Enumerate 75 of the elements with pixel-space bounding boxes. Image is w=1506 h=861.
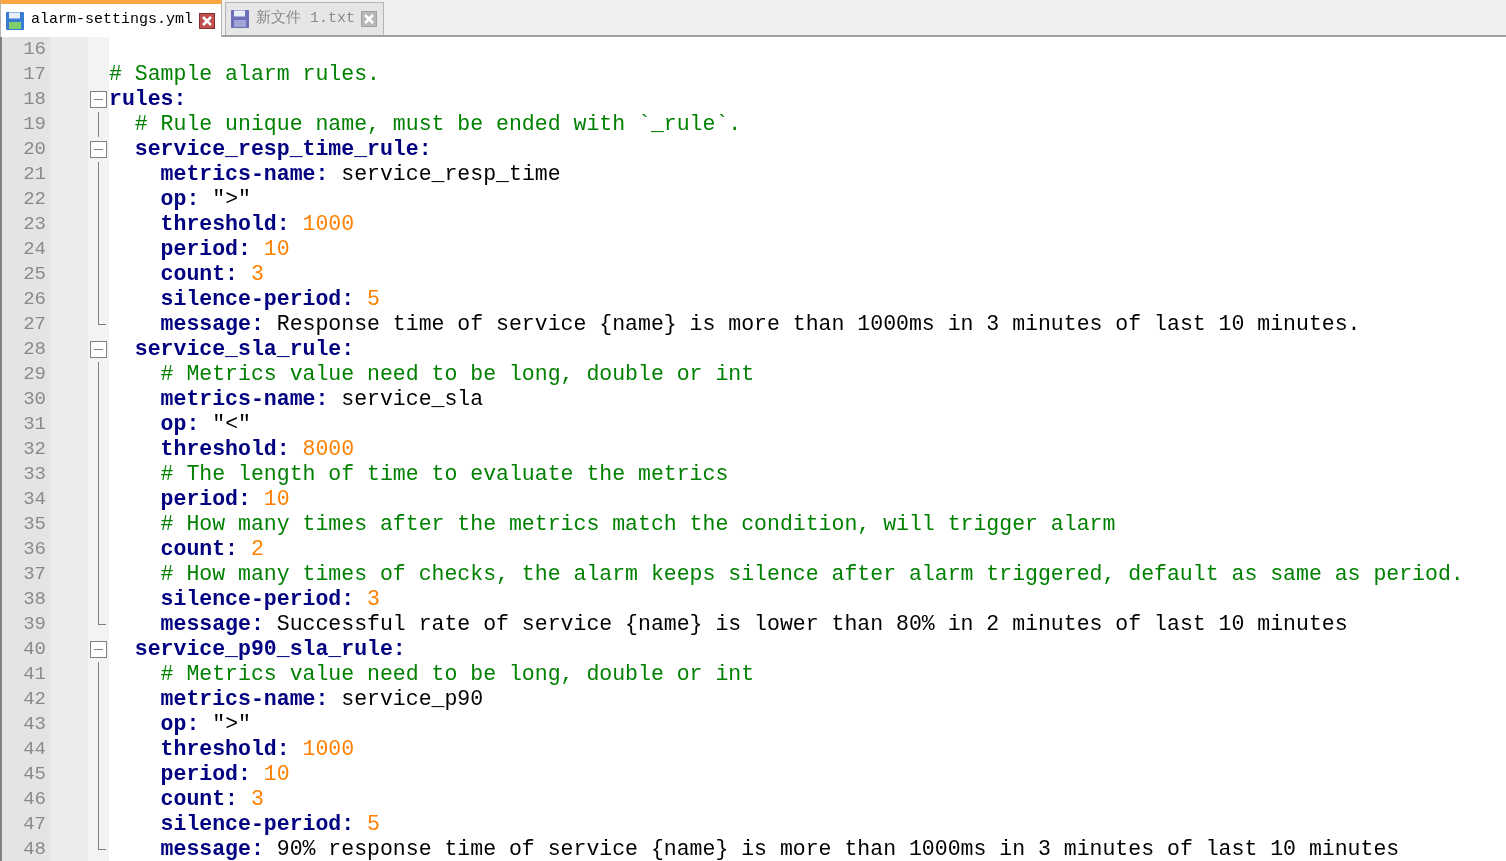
file-tab[interactable]: alarm-settings.yml bbox=[0, 0, 223, 37]
code-line: message: Successful rate of service {name} is lower than 80% in 2 minutes of last 10 minutes bbox=[159, 612, 1348, 637]
line-number: 19 bbox=[0, 112, 50, 137]
line-number: 40 bbox=[0, 637, 50, 662]
line-number: 30 bbox=[0, 387, 50, 412]
line-number: 44 bbox=[0, 737, 50, 762]
line-number: 38 bbox=[0, 587, 50, 612]
code-line: metrics-name: service_p90 bbox=[159, 687, 484, 712]
code-line: period: 10 bbox=[159, 237, 290, 262]
code-line: service_sla_rule: bbox=[133, 337, 355, 362]
fold-toggle[interactable] bbox=[90, 341, 107, 358]
fold-toggle[interactable] bbox=[90, 641, 107, 658]
line-number: 20 bbox=[0, 137, 50, 162]
line-number: 16 bbox=[0, 37, 50, 62]
fold-end-marker bbox=[98, 837, 106, 850]
fold-end-marker bbox=[98, 312, 106, 325]
code-line: message: 90% response time of service {name} is more than 1000ms in 3 minutes of last 10 minutes bbox=[159, 837, 1400, 861]
line-number: 17 bbox=[0, 62, 50, 87]
line-number: 47 bbox=[0, 812, 50, 837]
code-line: # How many times of checks, the alarm keeps silence after alarm triggered, default as same as period. bbox=[159, 562, 1464, 587]
line-number: 41 bbox=[0, 662, 50, 687]
line-number: 31 bbox=[0, 412, 50, 437]
line-number: 43 bbox=[0, 712, 50, 737]
code-line: op: ">" bbox=[159, 712, 251, 737]
line-number: 28 bbox=[0, 337, 50, 362]
code-line: count: 2 bbox=[159, 537, 264, 562]
code-line: metrics-name: service_sla bbox=[159, 387, 484, 412]
line-number: 48 bbox=[0, 837, 50, 861]
code-line: silence-period: 5 bbox=[159, 812, 380, 837]
line-number: 25 bbox=[0, 262, 50, 287]
code-line: count: 3 bbox=[159, 262, 264, 287]
line-number: 27 bbox=[0, 312, 50, 337]
code-line: service_p90_sla_rule: bbox=[133, 637, 406, 662]
code-line: service_resp_time_rule: bbox=[133, 137, 432, 162]
line-number: 26 bbox=[0, 287, 50, 312]
code-line: # How many times after the metrics match the condition, will trigger alarm bbox=[159, 512, 1116, 537]
line-number: 22 bbox=[0, 187, 50, 212]
code-line: threshold: 1000 bbox=[159, 737, 355, 762]
code-line: # Metrics value need to be long, double or int bbox=[159, 662, 755, 687]
fold-line bbox=[98, 112, 99, 137]
line-number: 29 bbox=[0, 362, 50, 387]
line-number: 34 bbox=[0, 487, 50, 512]
close-icon[interactable] bbox=[199, 12, 216, 29]
code-line: op: "<" bbox=[159, 412, 251, 437]
line-number: 36 bbox=[0, 537, 50, 562]
line-number: 45 bbox=[0, 762, 50, 787]
line-number: 18 bbox=[0, 87, 50, 112]
line-number: 46 bbox=[0, 787, 50, 812]
code-line: metrics-name: service_resp_time bbox=[159, 162, 561, 187]
code-line: # Sample alarm rules. bbox=[109, 62, 380, 87]
line-number: 32 bbox=[0, 437, 50, 462]
line-number: 39 bbox=[0, 612, 50, 637]
line-number: 24 bbox=[0, 237, 50, 262]
code-line: silence-period: 5 bbox=[159, 287, 380, 312]
code-line: count: 3 bbox=[159, 787, 264, 812]
line-number: 21 bbox=[0, 162, 50, 187]
code-line: silence-period: 3 bbox=[159, 587, 380, 612]
line-number: 23 bbox=[0, 212, 50, 237]
code-line: # Rule unique name, must be ended with `_rule`. bbox=[133, 112, 742, 137]
fold-toggle[interactable] bbox=[90, 141, 107, 158]
fold-toggle[interactable] bbox=[90, 91, 107, 108]
code-line: threshold: 8000 bbox=[159, 437, 355, 462]
fold-end-marker bbox=[98, 612, 106, 625]
code-line: period: 10 bbox=[159, 762, 290, 787]
line-number: 37 bbox=[0, 562, 50, 587]
code-line: threshold: 1000 bbox=[159, 212, 355, 237]
code-line: # Metrics value need to be long, double or int bbox=[159, 362, 755, 387]
code-line: message: Response time of service {name} is more than 1000ms in 3 minutes of last 10 minutes. bbox=[159, 312, 1361, 337]
code-line: op: ">" bbox=[159, 187, 251, 212]
code-line: rules: bbox=[109, 87, 187, 112]
line-number: 42 bbox=[0, 687, 50, 712]
line-number: 35 bbox=[0, 512, 50, 537]
code-line: period: 10 bbox=[159, 487, 290, 512]
code-line: # The length of time to evaluate the metrics bbox=[159, 462, 729, 487]
line-number: 33 bbox=[0, 462, 50, 487]
